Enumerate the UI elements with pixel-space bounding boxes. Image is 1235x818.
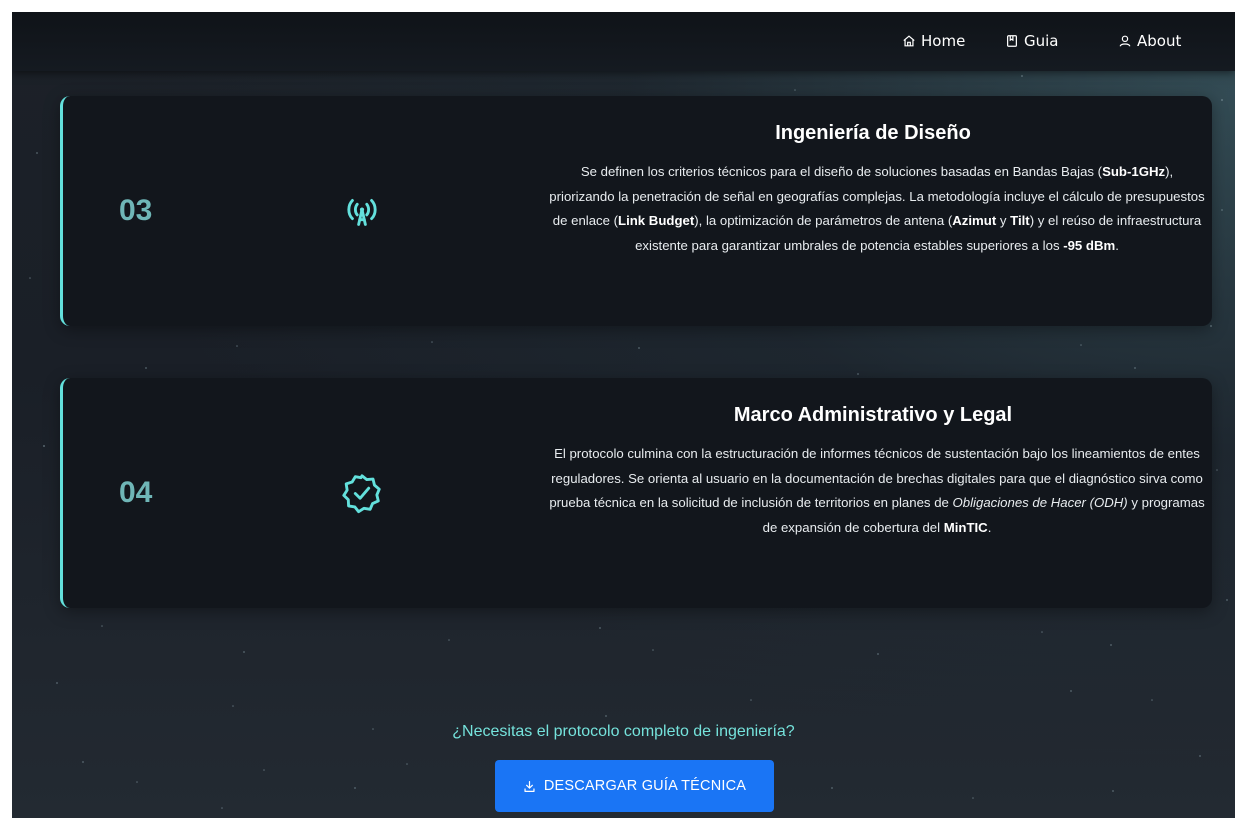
nav-guia-link[interactable]: Guia — [1005, 30, 1059, 52]
step-description: El protocolo culmina con la estructuraci… — [547, 442, 1207, 540]
step-number: 03 — [119, 194, 153, 227]
nav-about-label: About — [1137, 32, 1182, 50]
body-bold: Azimut — [952, 213, 997, 228]
book-icon — [1007, 35, 1017, 47]
step-number: 04 — [119, 476, 153, 509]
body-bold: Tilt — [1010, 213, 1030, 228]
body-text: Se definen los criterios técnicos para e… — [580, 164, 1103, 179]
body-bold: Sub-1GHz — [1102, 164, 1166, 179]
body-bold: MinTIC — [943, 519, 988, 535]
step-card-03: 03 Ingeniería de Diseño Se definen los c… — [60, 96, 1212, 326]
step-title: Marco Administrativo y Legal — [733, 404, 1013, 426]
body-italic: Obligaciones de Hacer (ODH) — [952, 495, 1128, 510]
nav-home-label: Home — [921, 32, 966, 50]
verified-badge-icon — [342, 474, 381, 514]
step-description: Se definen los criterios técnicos para e… — [547, 160, 1207, 258]
body-bold: Link Budget — [618, 213, 695, 228]
step-title: Ingeniería de Diseño — [775, 122, 971, 144]
download-icon — [524, 780, 535, 792]
download-guide-label: DESCARGAR GUÍA TÉCNICA — [543, 778, 747, 794]
cta-question: ¿Necesitas el protocolo completo de inge… — [452, 723, 795, 740]
download-guide-button[interactable]: DESCARGAR GUÍA TÉCNICA — [495, 760, 774, 812]
nav-home-link[interactable]: Home — [902, 30, 965, 52]
nav-guia-label: Guia — [1024, 32, 1059, 50]
user-icon — [1119, 35, 1131, 47]
body-text: . — [987, 519, 992, 535]
page-viewport: Home Guia About 03 Ingeniería de Diseño … — [12, 12, 1235, 818]
home-icon — [903, 35, 915, 47]
top-navbar: Home Guia About — [12, 12, 1235, 71]
body-text: ), la optimización de parámetros de ante… — [694, 213, 953, 228]
body-text: . — [1115, 237, 1119, 253]
body-text: y — [996, 213, 1011, 228]
antenna-icon — [347, 199, 377, 226]
nav-about-link[interactable]: About — [1118, 30, 1181, 52]
step-card-04: 04 Marco Administrativo y Legal El proto… — [60, 378, 1212, 608]
body-bold: -95 dBm — [1063, 237, 1116, 253]
